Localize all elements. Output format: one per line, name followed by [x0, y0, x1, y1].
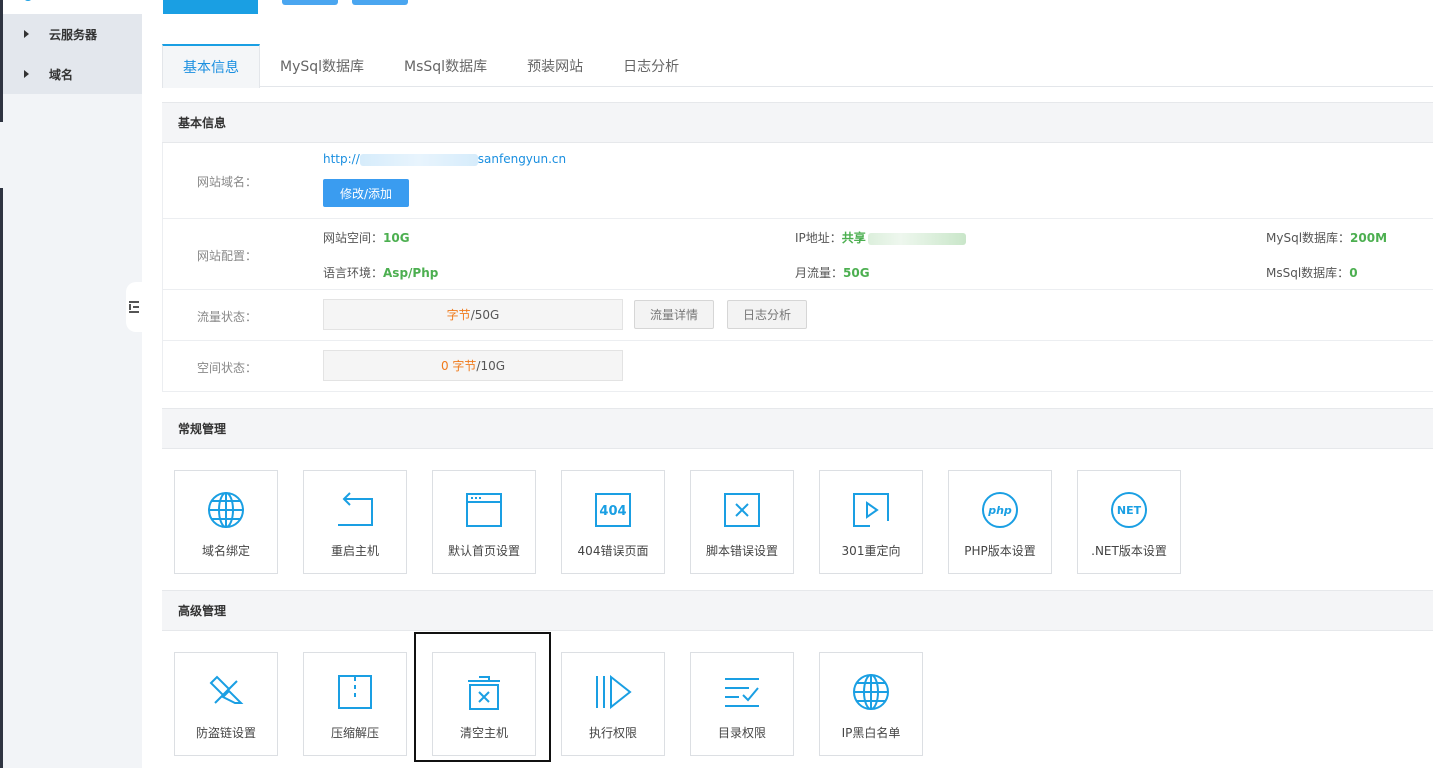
top-button-2[interactable]	[282, 0, 338, 5]
sidebar: 云服务器 域名	[3, 0, 142, 768]
section-title-advanced: 高级管理	[162, 590, 1433, 631]
domain-link[interactable]: http://sanfengyun.cn	[323, 152, 566, 166]
sidebar-item-label: 域名	[49, 67, 74, 82]
svg-text:php: php	[987, 504, 1012, 517]
section-title-general: 常规管理	[162, 408, 1433, 449]
close-box-icon	[724, 493, 760, 527]
language-config: 语言环境：Asp/Php	[323, 266, 439, 280]
edit-domain-button[interactable]: 修改/添加	[323, 179, 409, 207]
tile-301-redirect[interactable]: 301重定向	[819, 470, 923, 574]
play-box-icon	[853, 493, 889, 527]
tile-net-version[interactable]: NET .NET版本设置	[1077, 470, 1181, 574]
redacted-text	[867, 232, 966, 245]
section-title-basic: 基本信息	[162, 102, 1433, 143]
flow-detail-button[interactable]: 流量详情	[634, 300, 714, 329]
tile-script-error[interactable]: 脚本错误设置	[690, 470, 794, 574]
tile-anti-leech[interactable]: 防盗链设置	[174, 652, 278, 756]
log-analysis-button[interactable]: 日志分析	[727, 300, 807, 329]
sidebar-item-domain[interactable]: 域名	[3, 54, 142, 94]
tab-preinstalled-site[interactable]: 预装网站	[507, 44, 603, 87]
sidebar-item-cloud-server[interactable]: 云服务器	[3, 14, 142, 54]
execute-icon	[596, 674, 632, 710]
tile-restart-host[interactable]: 重启主机	[303, 470, 407, 574]
collapse-icon	[129, 301, 139, 313]
tile-php-version[interactable]: php PHP版本设置	[948, 470, 1052, 574]
restart-icon	[338, 492, 373, 526]
checklist-icon	[725, 678, 759, 707]
zip-icon	[338, 675, 372, 709]
tab-log-analysis[interactable]: 日志分析	[603, 44, 699, 87]
top-primary-button[interactable]	[163, 0, 258, 14]
tile-execute-permission[interactable]: 执行权限	[561, 652, 665, 756]
net-icon: NET	[1111, 492, 1147, 528]
browser-window-icon	[466, 493, 502, 527]
tab-basic-info[interactable]: 基本信息	[162, 44, 260, 88]
tile-domain-binding[interactable]: 域名绑定	[174, 470, 278, 574]
globe-icon	[208, 492, 244, 528]
tile-404-page[interactable]: 404 404错误页面	[561, 470, 665, 574]
tile-default-homepage[interactable]: 默认首页设置	[432, 470, 536, 574]
space-meter: 0 字节/10G	[323, 350, 623, 381]
sidebar-collapse-button[interactable]	[126, 282, 142, 332]
tile-directory-permission[interactable]: 目录权限	[690, 652, 794, 756]
globe-icon	[853, 674, 889, 710]
sidebar-item-top[interactable]	[3, 0, 142, 14]
tab-mssql[interactable]: MsSql数据库	[384, 44, 507, 87]
row-config: 网站配置： 网站空间：10G IP地址：共享 MySql数据库：200M 语言环…	[162, 219, 1433, 290]
top-button-3[interactable]	[352, 0, 408, 5]
traffic-config: 月流量：50G	[795, 266, 870, 280]
redacted-text	[359, 153, 478, 166]
flow-status-label: 流量状态：	[196, 310, 257, 324]
sidebar-top-icon	[23, 0, 33, 1]
caret-right-icon	[24, 30, 29, 38]
php-icon: php	[982, 492, 1018, 528]
config-label: 网站配置：	[196, 249, 257, 263]
flow-meter: 字节/50G	[323, 299, 623, 330]
tile-ip-blacklist[interactable]: IP黑白名单	[819, 652, 923, 756]
space-config: 网站空间：10G	[323, 231, 410, 245]
sidebar-item-label: 云服务器	[49, 27, 98, 42]
domain-label: 网站域名：	[196, 175, 257, 189]
tab-bar: 基本信息 MySql数据库 MsSql数据库 预装网站 日志分析	[162, 44, 1433, 88]
tile-compress-extract[interactable]: 压缩解压	[303, 652, 407, 756]
row-space-status: 空间状态： 0 字节/10G	[162, 341, 1433, 392]
broken-link-icon	[209, 675, 244, 704]
tab-mysql[interactable]: MySql数据库	[260, 44, 384, 87]
mysql-config: MySql数据库：200M	[1266, 231, 1388, 245]
tile-clear-host[interactable]: 清空主机	[432, 652, 536, 756]
row-domain: 网站域名： http://sanfengyun.cn 修改/添加	[162, 143, 1433, 219]
ip-config: IP地址：共享	[795, 229, 966, 246]
svg-text:404: 404	[599, 504, 626, 519]
space-status-label: 空间状态：	[196, 361, 257, 375]
caret-right-icon	[24, 70, 29, 78]
trash-icon	[468, 676, 500, 710]
404-icon: 404	[595, 493, 631, 527]
mssql-config: MsSql数据库：0	[1266, 266, 1358, 280]
svg-text:NET: NET	[1117, 504, 1142, 517]
row-flow-status: 流量状态： 字节/50G 流量详情 日志分析	[162, 290, 1433, 341]
